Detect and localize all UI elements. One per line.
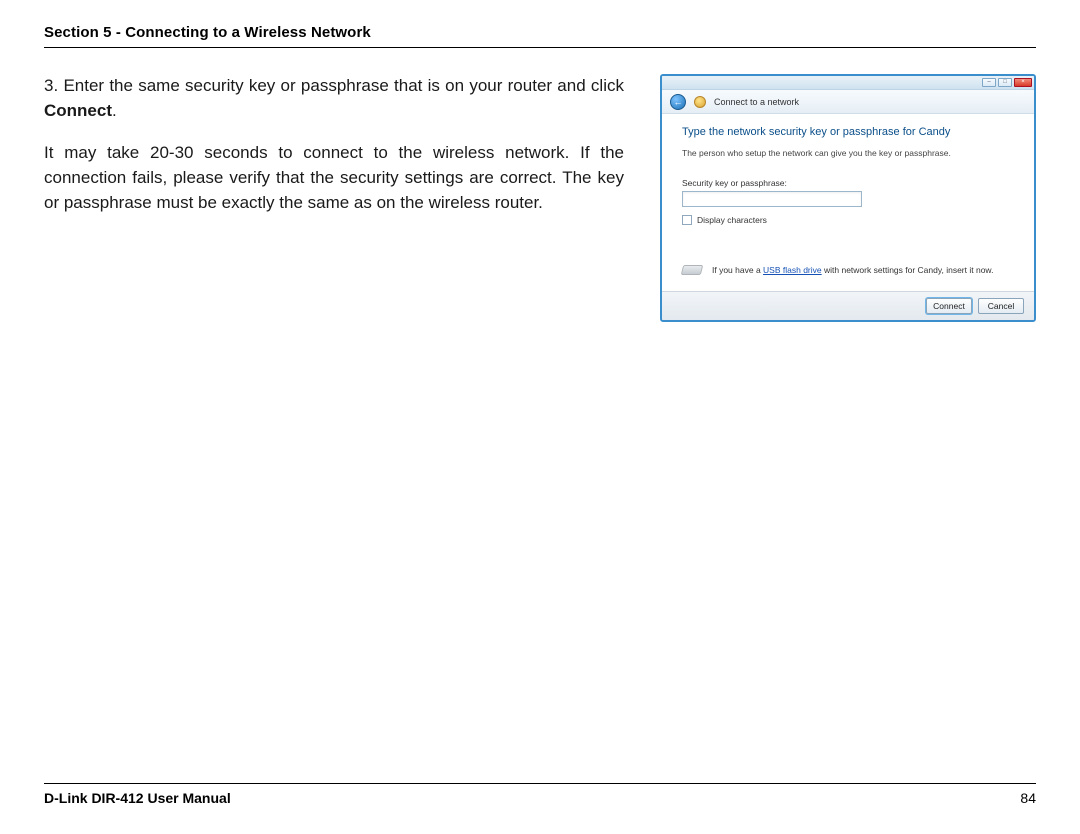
step-text-part1: Enter the same security key or passphras… bbox=[63, 76, 624, 95]
display-characters-checkbox[interactable] bbox=[682, 215, 692, 225]
usb-hint-row: If you have a USB flash drive with netwo… bbox=[682, 265, 1014, 281]
dialog-nav-title: Connect to a network bbox=[714, 97, 799, 107]
step-number: 3. bbox=[44, 76, 58, 95]
cancel-button[interactable]: Cancel bbox=[978, 298, 1024, 314]
window-close-button[interactable]: × bbox=[1014, 78, 1032, 87]
back-arrow-icon[interactable]: ← bbox=[670, 94, 686, 110]
page-footer: D-Link DIR-412 User Manual 84 bbox=[44, 783, 1036, 806]
connect-bold-word: Connect bbox=[44, 101, 112, 120]
instruction-text-column: 3. Enter the same security key or passph… bbox=[44, 74, 624, 215]
dialog-heading: Type the network security key or passphr… bbox=[682, 126, 1014, 138]
section-header: Section 5 - Connecting to a Wireless Net… bbox=[44, 24, 1036, 48]
dialog-nav-bar: ← Connect to a network bbox=[662, 90, 1034, 114]
usb-text-before: If you have a bbox=[712, 265, 763, 275]
step-text-part2: . bbox=[112, 101, 117, 120]
step-3-text: 3. Enter the same security key or passph… bbox=[44, 74, 624, 123]
manual-title: D-Link DIR-412 User Manual bbox=[44, 790, 231, 806]
window-titlebar: – □ × bbox=[662, 76, 1034, 90]
connect-network-dialog: – □ × ← Connect to a network Type the ne… bbox=[660, 74, 1036, 322]
display-characters-label: Display characters bbox=[697, 215, 767, 225]
usb-flash-drive-link[interactable]: USB flash drive bbox=[763, 265, 822, 275]
connect-button[interactable]: Connect bbox=[926, 298, 972, 314]
dialog-footer: Connect Cancel bbox=[662, 291, 1034, 320]
network-globe-icon bbox=[694, 96, 706, 108]
window-maximize-button[interactable]: □ bbox=[998, 78, 1012, 87]
followup-paragraph: It may take 20-30 seconds to connect to … bbox=[44, 141, 624, 215]
passphrase-input[interactable] bbox=[682, 191, 862, 207]
usb-hint-text: If you have a USB flash drive with netwo… bbox=[712, 265, 993, 275]
usb-text-after: with network settings for Candy, insert … bbox=[822, 265, 994, 275]
dialog-body: Type the network security key or passphr… bbox=[662, 114, 1034, 291]
passphrase-field-label: Security key or passphrase: bbox=[682, 178, 1014, 188]
usb-drive-icon bbox=[681, 265, 703, 275]
page-number: 84 bbox=[1020, 790, 1036, 806]
display-characters-row[interactable]: Display characters bbox=[682, 215, 1014, 225]
dialog-subtext: The person who setup the network can giv… bbox=[682, 148, 1014, 158]
window-minimize-button[interactable]: – bbox=[982, 78, 996, 87]
